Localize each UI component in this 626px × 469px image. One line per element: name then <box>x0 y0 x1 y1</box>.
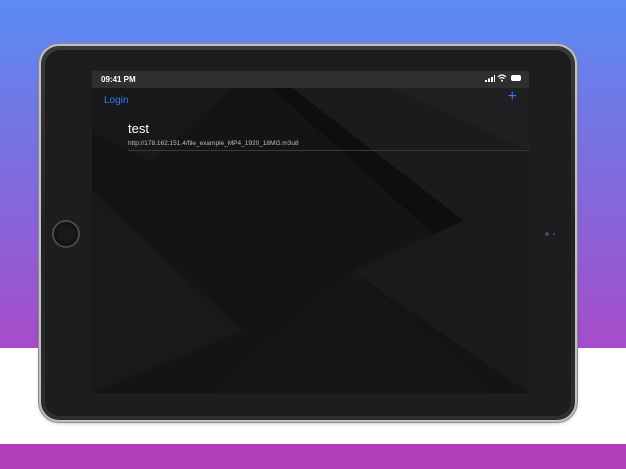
home-button <box>54 222 78 246</box>
row-divider <box>128 150 529 151</box>
wifi-icon <box>497 74 507 82</box>
app-screen: 09:41 PM Login + test http://178.162.151… <box>92 71 529 393</box>
battery-icon <box>511 75 521 81</box>
status-bar: 09:41 PM <box>92 71 529 88</box>
background-pattern <box>92 88 529 393</box>
promo-background-strip <box>0 444 626 469</box>
add-stream-button[interactable]: + <box>508 89 517 105</box>
stream-title: test <box>128 121 149 136</box>
status-time: 09:41 PM <box>101 75 136 84</box>
camera-icon <box>545 232 549 236</box>
stream-url: http://178.162.151.4/file_example_MP4_19… <box>128 140 299 147</box>
list-item[interactable]: test http://178.162.151.4/file_example_M… <box>114 121 529 151</box>
stream-list: test http://178.162.151.4/file_example_M… <box>114 121 529 151</box>
sensor-icon <box>553 233 555 235</box>
login-button[interactable]: Login <box>104 95 128 106</box>
cellular-signal-icon <box>485 75 495 82</box>
